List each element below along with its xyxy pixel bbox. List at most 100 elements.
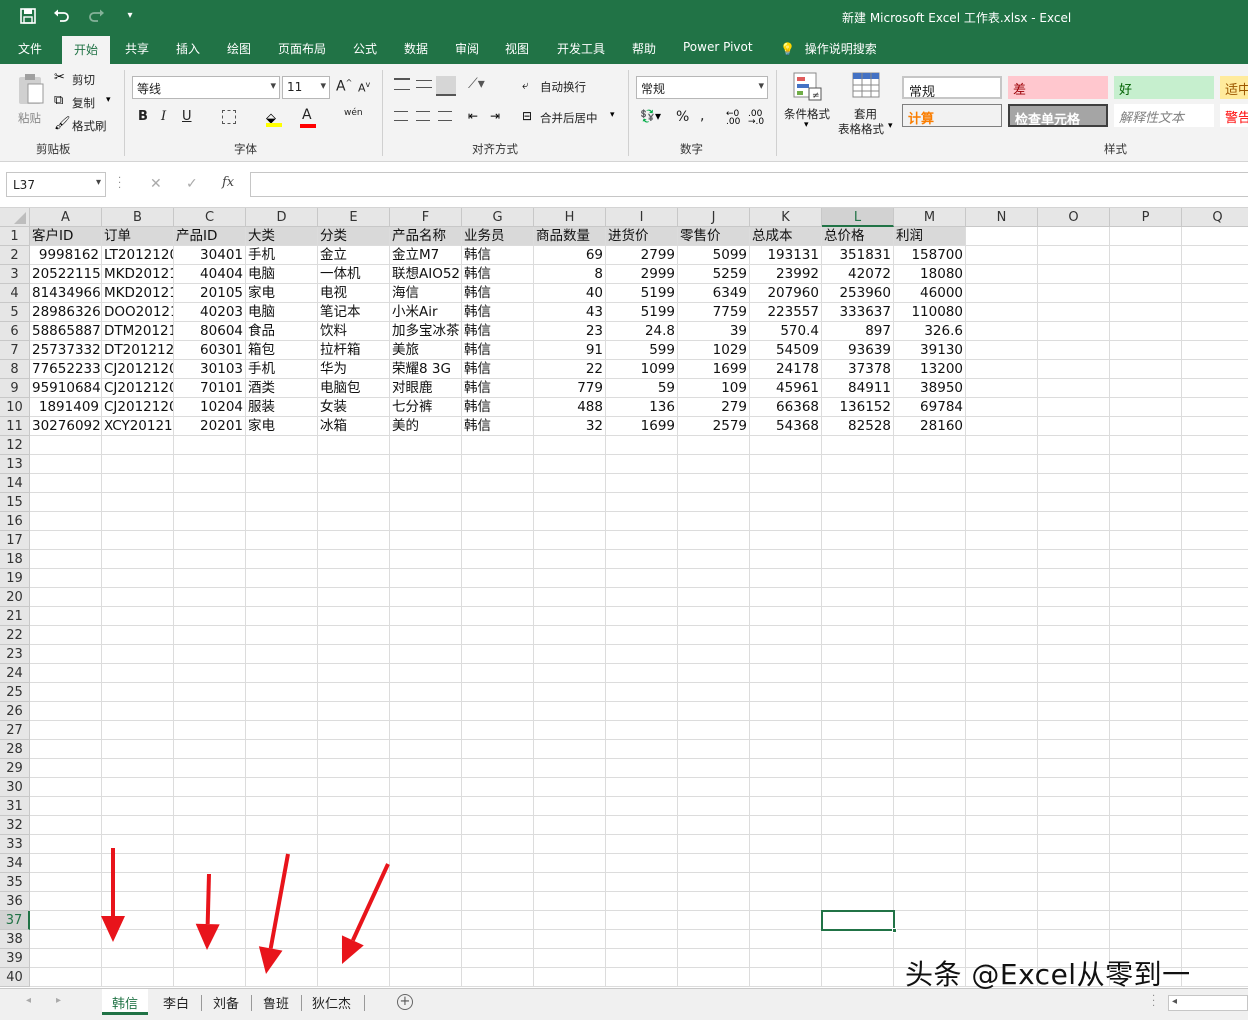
- table-cell[interactable]: 电视: [318, 284, 389, 302]
- table-cell[interactable]: 223557: [750, 303, 821, 321]
- table-cell[interactable]: 77652233: [30, 360, 101, 378]
- row-header[interactable]: 6: [0, 322, 30, 341]
- row-header[interactable]: 9: [0, 379, 30, 398]
- row-header[interactable]: 18: [0, 550, 30, 569]
- table-cell[interactable]: 韩信: [462, 341, 533, 359]
- cut-button[interactable]: ✂ 剪切: [54, 70, 114, 90]
- table-cell[interactable]: 30276092: [30, 417, 101, 435]
- table-cell[interactable]: 拉杆箱: [318, 341, 389, 359]
- row-header[interactable]: 13: [0, 455, 30, 474]
- scroll-right-icon[interactable]: ▸: [56, 995, 61, 1006]
- column-header-l[interactable]: L: [822, 208, 894, 227]
- row-header[interactable]: 11: [0, 417, 30, 436]
- redo-icon[interactable]: [86, 8, 106, 28]
- table-cell[interactable]: 6349: [678, 284, 749, 302]
- table-cell[interactable]: CJ2012120: [102, 360, 173, 378]
- table-cell[interactable]: 韩信: [462, 303, 533, 321]
- table-cell[interactable]: 酒类: [246, 379, 317, 397]
- table-cell[interactable]: 1891409: [30, 398, 101, 416]
- sheet-tab-liubei[interactable]: 刘备: [213, 993, 239, 1012]
- tab-view[interactable]: 视图: [505, 40, 529, 57]
- tab-page-layout[interactable]: 页面布局: [278, 40, 326, 57]
- table-cell[interactable]: 小米Air: [390, 303, 461, 321]
- table-cell[interactable]: 2999: [606, 265, 677, 283]
- column-header-e[interactable]: E: [318, 208, 390, 227]
- table-cell[interactable]: 13200: [894, 360, 965, 378]
- sheet-tab-hanxin[interactable]: 韩信: [102, 989, 149, 1015]
- table-cell[interactable]: 59: [606, 379, 677, 397]
- table-cell[interactable]: 23: [534, 322, 605, 340]
- cell-style-4[interactable]: 计算: [902, 104, 1002, 127]
- table-cell[interactable]: 20522115: [30, 265, 101, 283]
- table-cell[interactable]: 9998162: [30, 246, 101, 264]
- cell-style-7[interactable]: 警告文本: [1220, 104, 1248, 127]
- table-cell[interactable]: 10204: [174, 398, 245, 416]
- row-header[interactable]: 34: [0, 854, 30, 873]
- tab-draw[interactable]: 绘图: [227, 40, 251, 57]
- column-header-m[interactable]: M: [894, 208, 966, 227]
- row-header[interactable]: 3: [0, 265, 30, 284]
- table-cell[interactable]: 对眼鹿: [390, 379, 461, 397]
- tab-formulas[interactable]: 公式: [353, 40, 377, 57]
- phonetic-guide-button[interactable]: wén: [344, 108, 363, 118]
- table-header-cell[interactable]: 总价格: [822, 227, 893, 245]
- table-cell[interactable]: 韩信: [462, 360, 533, 378]
- table-cell[interactable]: 电脑: [246, 265, 317, 283]
- column-header-o[interactable]: O: [1038, 208, 1110, 227]
- tab-help[interactable]: 帮助: [632, 40, 656, 57]
- table-header-cell[interactable]: 总成本: [750, 227, 821, 245]
- table-cell[interactable]: 54509: [750, 341, 821, 359]
- row-header[interactable]: 14: [0, 474, 30, 493]
- column-header-j[interactable]: J: [678, 208, 750, 227]
- table-cell[interactable]: 笔记本: [318, 303, 389, 321]
- row-header[interactable]: 40: [0, 968, 30, 987]
- table-header-cell[interactable]: 零售价: [678, 227, 749, 245]
- align-right-icon[interactable]: [438, 111, 452, 121]
- table-cell[interactable]: 5199: [606, 303, 677, 321]
- row-header[interactable]: 26: [0, 702, 30, 721]
- row-header[interactable]: 15: [0, 493, 30, 512]
- table-header-cell[interactable]: 业务员: [462, 227, 533, 245]
- table-header-cell[interactable]: 产品ID: [174, 227, 245, 245]
- table-cell[interactable]: 24178: [750, 360, 821, 378]
- table-cell[interactable]: 69784: [894, 398, 965, 416]
- table-cell[interactable]: LT2012120: [102, 246, 173, 264]
- table-cell[interactable]: 779: [534, 379, 605, 397]
- table-cell[interactable]: 82528: [822, 417, 893, 435]
- borders-icon[interactable]: [222, 110, 236, 124]
- table-cell[interactable]: XCY201212: [102, 417, 173, 435]
- conditional-format-button[interactable]: ≠ 条件格式 ▾: [782, 70, 834, 134]
- table-cell[interactable]: MKD20121: [102, 284, 173, 302]
- copy-button[interactable]: ⧉ 复制 ▾: [54, 93, 118, 113]
- table-cell[interactable]: 韩信: [462, 284, 533, 302]
- align-middle-icon[interactable]: [416, 80, 432, 88]
- table-cell[interactable]: 金立: [318, 246, 389, 264]
- table-cell[interactable]: 70101: [174, 379, 245, 397]
- sheet-tab-libai[interactable]: 李白: [163, 993, 189, 1012]
- table-cell[interactable]: 24.8: [606, 322, 677, 340]
- table-cell[interactable]: 39: [678, 322, 749, 340]
- insert-function-icon[interactable]: fx: [222, 175, 234, 190]
- table-header-cell[interactable]: 分类: [318, 227, 389, 245]
- table-header-cell[interactable]: 大类: [246, 227, 317, 245]
- table-cell[interactable]: 54368: [750, 417, 821, 435]
- table-cell[interactable]: CJ2012120: [102, 398, 173, 416]
- row-header[interactable]: 2: [0, 246, 30, 265]
- fill-color-icon[interactable]: ⬙: [266, 107, 282, 127]
- table-cell[interactable]: 加多宝冰茶: [390, 322, 461, 340]
- table-cell[interactable]: 20105: [174, 284, 245, 302]
- table-cell[interactable]: 84911: [822, 379, 893, 397]
- table-cell[interactable]: 箱包: [246, 341, 317, 359]
- row-header[interactable]: 36: [0, 892, 30, 911]
- table-cell[interactable]: 韩信: [462, 246, 533, 264]
- formula-input[interactable]: [250, 172, 1248, 197]
- comma-button[interactable]: ,: [700, 108, 704, 124]
- row-header[interactable]: 4: [0, 284, 30, 303]
- bold-button[interactable]: B: [138, 109, 148, 124]
- cell-style-2[interactable]: 好: [1114, 76, 1214, 99]
- table-cell[interactable]: 46000: [894, 284, 965, 302]
- row-header[interactable]: 10: [0, 398, 30, 417]
- table-cell[interactable]: 服装: [246, 398, 317, 416]
- table-cell[interactable]: 326.6: [894, 322, 965, 340]
- column-header-g[interactable]: G: [462, 208, 534, 227]
